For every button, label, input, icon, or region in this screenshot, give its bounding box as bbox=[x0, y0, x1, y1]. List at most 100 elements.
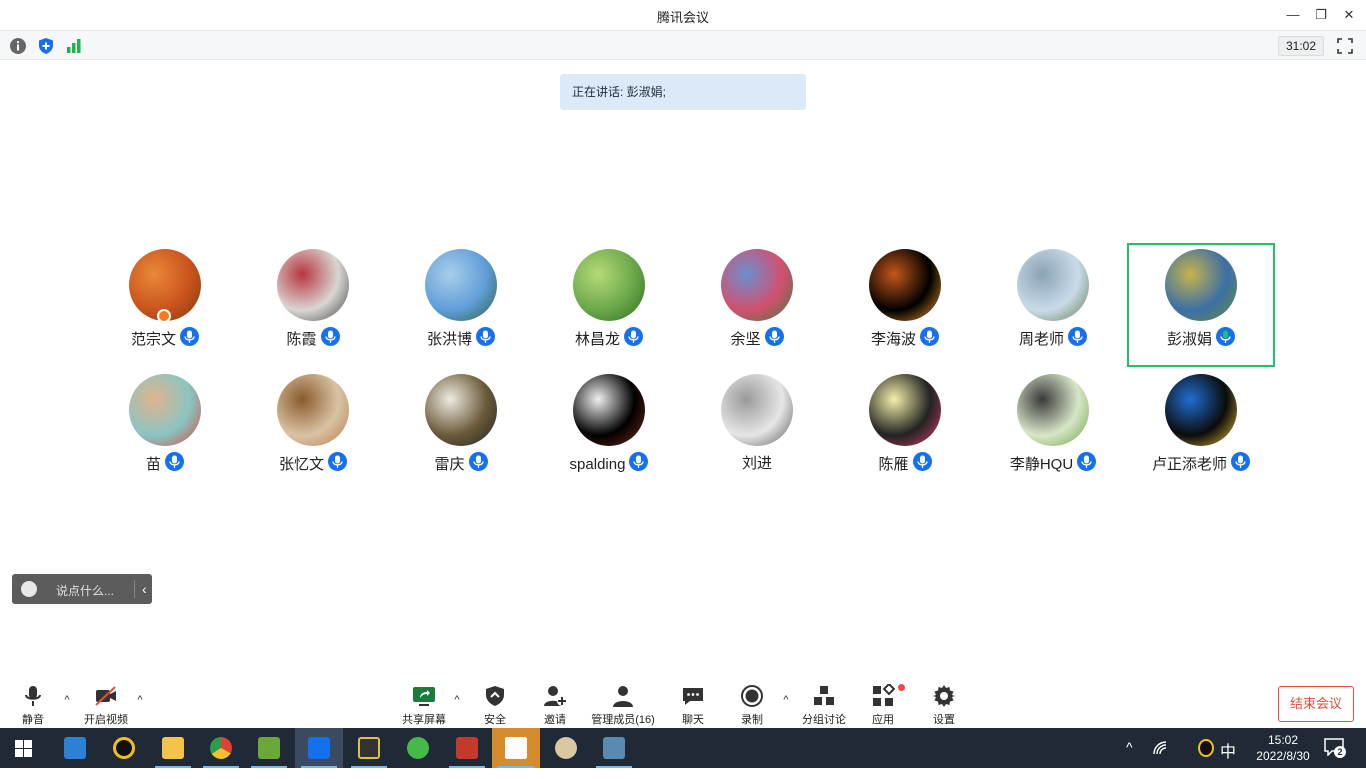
avatar bbox=[129, 374, 201, 446]
participant-name: 苗 bbox=[145, 456, 161, 473]
participant-name: 余坚 bbox=[730, 331, 761, 348]
participant-tile[interactable]: 余坚 bbox=[683, 243, 831, 367]
taskbar-app-browser-icon[interactable] bbox=[394, 728, 442, 768]
breakout-rooms-icon bbox=[814, 686, 834, 705]
taskbar-app-file-explorer-icon[interactable] bbox=[149, 728, 197, 768]
taskbar-app-terminal-icon[interactable] bbox=[345, 728, 393, 768]
participant-tile[interactable]: 林昌龙 bbox=[535, 243, 683, 367]
microphone-status-icon bbox=[920, 327, 939, 346]
microphone-icon bbox=[25, 686, 41, 706]
video-label: 开启视频 bbox=[84, 714, 128, 726]
record-options-chevron-icon[interactable]: ^ bbox=[780, 694, 792, 706]
collapse-chevron-icon[interactable]: ‹ bbox=[142, 580, 156, 598]
participant-name: 陈霞 bbox=[286, 331, 317, 348]
taskbar-app-tencent-meeting-icon[interactable] bbox=[295, 728, 343, 768]
record-button[interactable]: 录制 bbox=[735, 684, 769, 728]
share-options-chevron-icon[interactable]: ^ bbox=[451, 694, 463, 706]
participant-name-row: 陈雁 bbox=[831, 452, 979, 474]
chat-button[interactable]: 聊天 bbox=[676, 684, 710, 728]
start-video-button[interactable]: 开启视频 bbox=[80, 684, 132, 728]
participant-tile[interactable]: 李静HQU bbox=[979, 368, 1127, 492]
chat-quick-input[interactable]: 说点什么... ‹ bbox=[12, 574, 152, 604]
participant-tile[interactable]: 苗 bbox=[91, 368, 239, 492]
taskbar-app-notepad-icon[interactable] bbox=[245, 728, 293, 768]
microphone-status-icon bbox=[912, 452, 932, 471]
participant-tile[interactable]: 李海波 bbox=[831, 243, 979, 367]
ime-indicator[interactable]: 中 bbox=[1220, 738, 1236, 778]
microphone-status-icon bbox=[328, 452, 347, 471]
active-speaker-banner: 正在讲话: 彭淑娟; bbox=[560, 74, 806, 110]
share-label: 共享屏幕 bbox=[402, 714, 446, 726]
members-label: 管理成员(16) bbox=[591, 714, 655, 726]
participant-tile[interactable]: 范宗文 bbox=[91, 243, 239, 367]
participant-tile[interactable]: 张忆文 bbox=[239, 368, 387, 492]
avatar bbox=[1165, 249, 1237, 321]
audio-options-chevron-icon[interactable]: ^ bbox=[61, 694, 73, 706]
microphone-status-icon bbox=[624, 327, 643, 346]
taskbar-clock[interactable]: 15:02 2022/8/30 bbox=[1248, 732, 1318, 764]
notification-center-icon[interactable]: 2 bbox=[1324, 738, 1346, 758]
participant-tile[interactable]: 张洪博 bbox=[387, 243, 535, 367]
microphone-status-icon bbox=[320, 327, 340, 346]
network-icon[interactable] bbox=[1152, 740, 1168, 756]
network-signal-icon[interactable] bbox=[65, 37, 83, 55]
restore-button[interactable]: ❐ bbox=[1312, 6, 1330, 24]
meeting-timer: 31:02 bbox=[1278, 36, 1324, 56]
mute-button[interactable]: 静音 bbox=[14, 684, 52, 728]
video-off-icon bbox=[95, 686, 116, 706]
participant-tile[interactable]: 卢正添老师 bbox=[1127, 368, 1275, 492]
emoji-icon[interactable] bbox=[21, 581, 37, 597]
taskbar-app-chrome-icon[interactable] bbox=[197, 728, 245, 768]
avatar bbox=[721, 249, 793, 321]
security-icon bbox=[486, 686, 504, 706]
participant-name-row: 周老师 bbox=[979, 327, 1127, 349]
invite-label: 邀请 bbox=[544, 714, 566, 726]
video-options-chevron-icon[interactable]: ^ bbox=[134, 694, 146, 706]
microphone-status-icon bbox=[1231, 452, 1250, 471]
security-button[interactable]: 安全 bbox=[478, 684, 512, 728]
participant-tile[interactable]: 雷庆 bbox=[387, 368, 535, 492]
taskbar-app-shell-icon[interactable] bbox=[542, 728, 590, 768]
participant-tile[interactable]: 陈雁 bbox=[831, 368, 979, 492]
participant-name: 刘进 bbox=[741, 455, 772, 472]
apps-button[interactable]: 应用 bbox=[866, 684, 900, 728]
invite-button[interactable]: 邀请 bbox=[538, 684, 572, 728]
close-button[interactable]: ✕ bbox=[1340, 6, 1358, 24]
meeting-controls-bar: 静音 ^ 开启视频 ^ 共享屏幕 ^ 安全 邀请 管理成员(16) 聊天 录制 … bbox=[0, 676, 1366, 728]
participant-tile[interactable]: 周老师 bbox=[979, 243, 1127, 367]
participant-name: spalding bbox=[569, 456, 626, 473]
share-screen-button[interactable]: 共享屏幕 bbox=[398, 684, 450, 728]
participant-name-row: 李静HQU bbox=[979, 452, 1127, 474]
info-icon[interactable] bbox=[9, 37, 27, 55]
participant-tile[interactable]: 刘进 bbox=[683, 368, 831, 492]
taskbar-app-document-icon[interactable] bbox=[492, 728, 540, 768]
windows-start-icon[interactable] bbox=[15, 740, 32, 757]
tray-qq-icon[interactable] bbox=[1198, 739, 1214, 757]
manage-members-button[interactable]: 管理成员(16) bbox=[588, 684, 658, 728]
taskbar-app-media-icon[interactable] bbox=[590, 728, 638, 768]
security-label: 安全 bbox=[484, 714, 506, 726]
minimize-button[interactable]: — bbox=[1284, 6, 1302, 24]
breakout-rooms-button[interactable]: 分组讨论 bbox=[798, 684, 850, 728]
taskbar-app-box-icon[interactable] bbox=[51, 728, 99, 768]
members-icon bbox=[613, 686, 633, 707]
avatar bbox=[869, 249, 941, 321]
avatar bbox=[1017, 374, 1089, 446]
show-hidden-icons-chevron-icon[interactable]: ^ bbox=[1126, 739, 1133, 779]
fullscreen-icon[interactable] bbox=[1336, 37, 1354, 55]
taskbar-app-presentation-icon[interactable] bbox=[443, 728, 491, 768]
microphone-status-icon bbox=[165, 452, 184, 471]
settings-button[interactable]: 设置 bbox=[927, 684, 961, 728]
participant-name: 李静HQU bbox=[1009, 456, 1074, 473]
end-meeting-button[interactable]: 结束会议 bbox=[1278, 686, 1354, 722]
participant-tile[interactable]: 陈霞 bbox=[239, 243, 387, 367]
participant-tile[interactable]: spalding bbox=[535, 368, 683, 492]
clock-time: 15:02 bbox=[1267, 733, 1299, 747]
avatar bbox=[425, 249, 497, 321]
security-shield-icon[interactable] bbox=[37, 37, 55, 55]
taskbar-app-qq-icon[interactable] bbox=[100, 728, 148, 768]
participant-name-row: 卢正添老师 bbox=[1127, 452, 1275, 474]
apps-grid-icon bbox=[873, 684, 895, 706]
avatar bbox=[721, 374, 793, 446]
participant-tile[interactable]: 彭淑娟 bbox=[1127, 243, 1275, 367]
